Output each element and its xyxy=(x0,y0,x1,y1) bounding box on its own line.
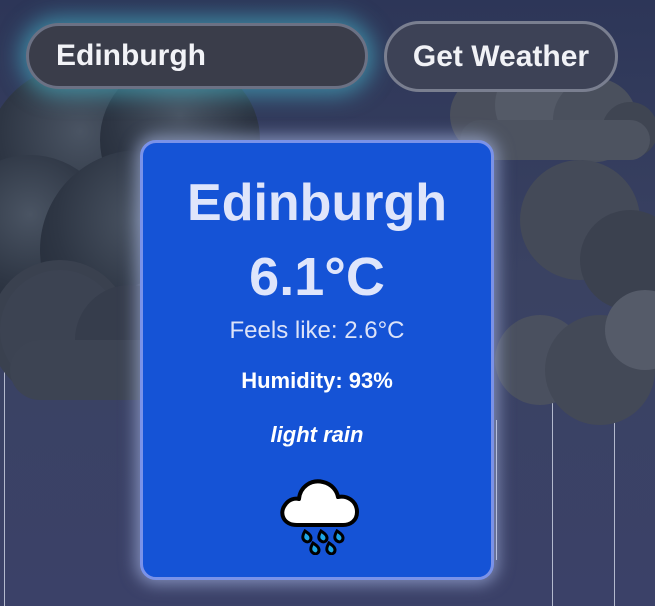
weather-description: light rain xyxy=(270,422,364,447)
get-weather-button[interactable]: Get Weather xyxy=(384,21,618,92)
humidity: Humidity: 93% xyxy=(241,368,393,393)
storm-cloud-right xyxy=(480,150,655,430)
rain-cloud-icon xyxy=(275,473,365,556)
city-search-input[interactable] xyxy=(26,23,368,89)
city-name: Edinburgh xyxy=(187,174,447,232)
temperature: 6.1°C xyxy=(249,247,385,307)
rain-streak xyxy=(496,420,497,560)
weather-card: Edinburgh 6.1°C Feels like: 2.6°C Humidi… xyxy=(140,140,494,580)
feels-like: Feels like: 2.6°C xyxy=(229,317,405,344)
